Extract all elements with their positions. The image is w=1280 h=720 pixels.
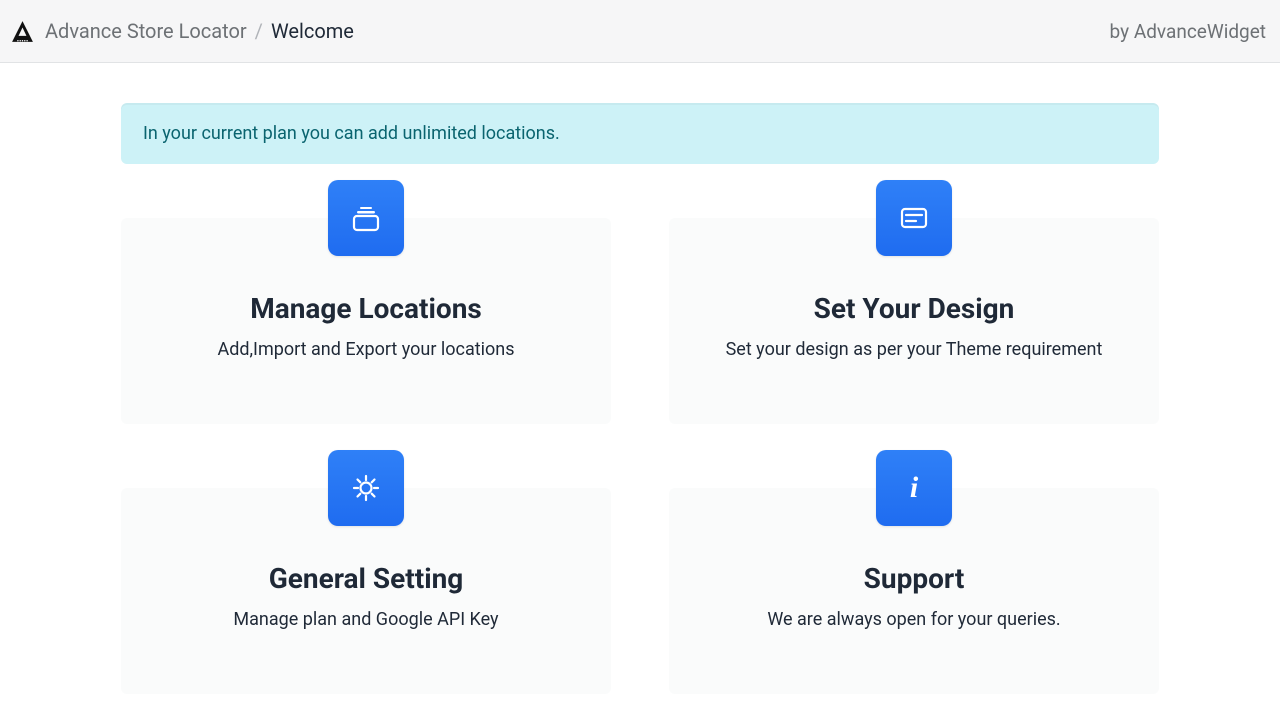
card-subtitle: Add,Import and Export your locations: [145, 339, 587, 360]
info-icon: i: [876, 450, 952, 526]
breadcrumb: Advance Store Locator / Welcome: [45, 19, 354, 43]
card-support[interactable]: i Support We are always open for your qu…: [669, 488, 1159, 694]
app-logo-icon: [10, 19, 35, 44]
card-general-setting[interactable]: General Setting Manage plan and Google A…: [121, 488, 611, 694]
byline: by AdvanceWidget: [1110, 20, 1266, 43]
card-title: General Setting: [145, 562, 587, 595]
stack-icon: [328, 180, 404, 256]
card-subtitle: Manage plan and Google API Key: [145, 609, 587, 630]
main: In your current plan you can add unlimit…: [0, 63, 1280, 694]
breadcrumb-separator: /: [255, 19, 263, 43]
breadcrumb-app-name[interactable]: Advance Store Locator: [45, 19, 247, 43]
card-subtitle: Set your design as per your Theme requir…: [693, 339, 1135, 360]
container: In your current plan you can add unlimit…: [121, 103, 1159, 694]
breadcrumb-current: Welcome: [271, 19, 354, 43]
card-title: Manage Locations: [145, 292, 587, 325]
card-title: Set Your Design: [693, 292, 1135, 325]
card-set-design[interactable]: Set Your Design Set your design as per y…: [669, 218, 1159, 424]
card-title: Support: [693, 562, 1135, 595]
form-icon: [876, 180, 952, 256]
plan-alert-text: In your current plan you can add unlimit…: [143, 123, 560, 144]
card-subtitle: We are always open for your queries.: [693, 609, 1135, 630]
card-grid: Manage Locations Add,Import and Export y…: [121, 218, 1159, 694]
topbar-left: Advance Store Locator / Welcome: [10, 19, 1110, 44]
gear-icon: [328, 450, 404, 526]
plan-alert: In your current plan you can add unlimit…: [121, 103, 1159, 164]
topbar: Advance Store Locator / Welcome by Advan…: [0, 0, 1280, 63]
card-manage-locations[interactable]: Manage Locations Add,Import and Export y…: [121, 218, 611, 424]
